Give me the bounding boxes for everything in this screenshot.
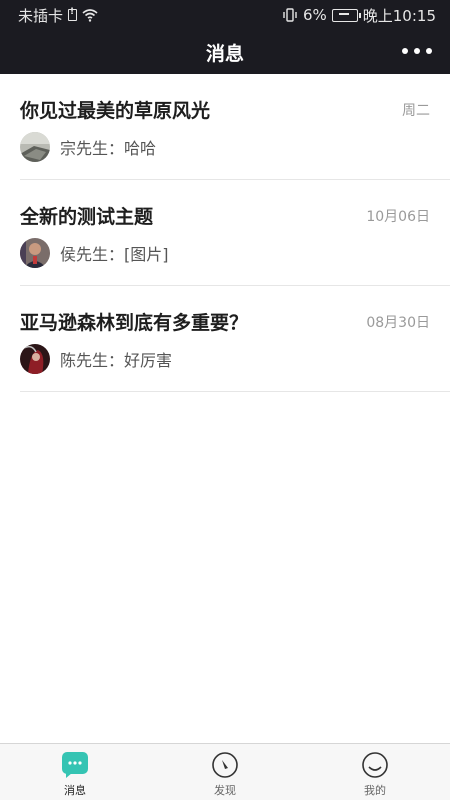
nav-bar: 消息 (0, 30, 450, 74)
battery-icon (331, 8, 361, 22)
message-preview-row: 侯先生：[图片] (20, 238, 169, 268)
avatar (20, 344, 50, 374)
carrier-label: 未插卡 (18, 6, 64, 25)
compass-icon (212, 752, 238, 778)
tab-label: 我的 (364, 784, 386, 797)
status-left: 未插卡 (18, 5, 98, 26)
chat-icon (62, 752, 88, 778)
message-preview: 陈先生：好厉害 (60, 351, 173, 370)
message-preview-row: 陈先生：好厉害 (20, 344, 172, 374)
dot-icon (414, 48, 420, 54)
sim-card-icon (68, 7, 78, 21)
message-date: 08月30日 (366, 315, 430, 331)
vibrate-icon (283, 8, 297, 22)
more-menu-button[interactable] (402, 44, 432, 58)
tab-messages[interactable]: 消息 (0, 744, 150, 800)
message-title: 你见过最美的草原风光 (20, 100, 211, 122)
message-date: 周二 (402, 103, 430, 119)
message-preview-row: 宗先生：哈哈 (20, 132, 156, 162)
avatar (20, 132, 50, 162)
message-preview: 宗先生：哈哈 (60, 139, 157, 158)
message-item[interactable]: 全新的测试主题 10月06日 侯先生：[图片] (20, 180, 450, 286)
tab-me[interactable]: 我的 (300, 744, 450, 800)
dot-icon (426, 48, 432, 54)
status-right: 6% 晚上10:15 (282, 5, 436, 26)
message-title: 亚马逊森林到底有多重要？ (20, 312, 249, 334)
dot-icon (402, 48, 408, 54)
tab-label: 发现 (214, 784, 236, 797)
message-item[interactable]: 亚马逊森林到底有多重要？ 08月30日 陈先生：好厉害 (20, 286, 450, 392)
wifi-icon (82, 9, 98, 22)
clock: 晚上10:15 (362, 6, 436, 25)
tab-label: 消息 (64, 784, 86, 797)
avatar (20, 238, 50, 268)
message-item[interactable]: 你见过最美的草原风光 周二 宗先生：哈哈 (20, 74, 450, 180)
battery-percent: 6% (302, 6, 327, 24)
page-title: 消息 (205, 42, 244, 65)
message-preview: 侯先生：[图片] (60, 245, 169, 264)
tab-discover[interactable]: 发现 (150, 744, 300, 800)
smile-icon (362, 752, 388, 778)
status-bar: 未插卡 6% 晚上10:15 (0, 0, 450, 30)
message-date: 10月06日 (366, 209, 430, 225)
message-title: 全新的测试主题 (20, 206, 154, 228)
bottom-tab-bar: 消息 发现 我的 (0, 743, 450, 800)
message-list: 你见过最美的草原风光 周二 宗先生：哈哈 全新的测试主题 10月06日 侯先生：… (0, 74, 450, 392)
